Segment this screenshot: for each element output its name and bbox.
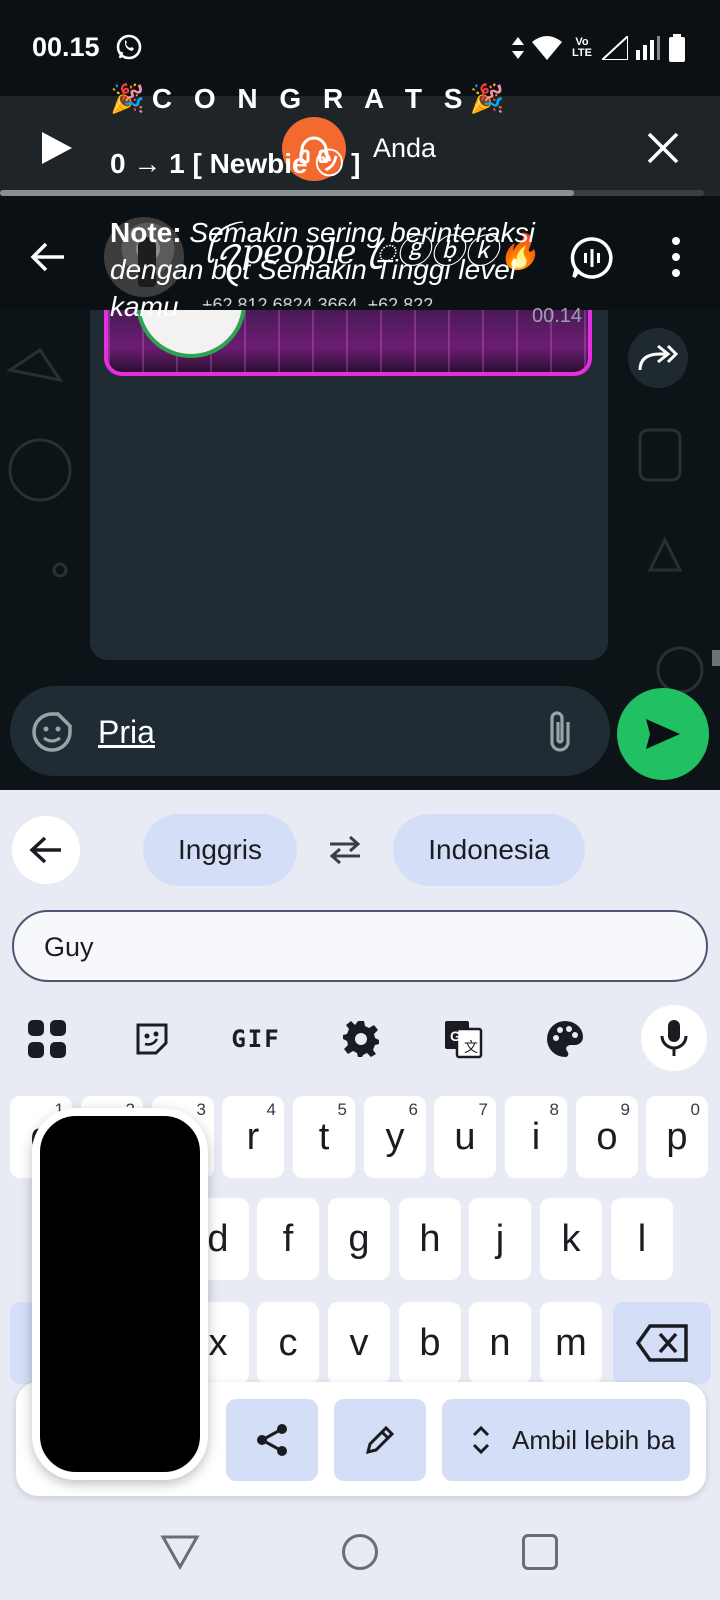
message-input[interactable]: Pria — [98, 714, 155, 751]
key-u[interactable]: u7 — [434, 1096, 496, 1178]
edit-button[interactable] — [334, 1399, 426, 1481]
key-hint: 7 — [478, 1100, 488, 1119]
key-label: r — [246, 1115, 260, 1158]
share-icon — [257, 1424, 287, 1456]
backspace-icon — [636, 1324, 688, 1362]
wifi-icon — [532, 36, 562, 60]
key-b[interactable]: b — [399, 1302, 461, 1384]
more-options-icon[interactable] — [664, 236, 688, 278]
status-indicators: Vo LTE — [512, 34, 686, 62]
note-paragraph: Note: Semakin sering berinteraksi dengan… — [110, 214, 590, 325]
signal-empty-icon — [602, 36, 628, 60]
translate-icon[interactable]: G文 — [436, 1012, 490, 1066]
more-results-label: Ambil lebih ba — [512, 1424, 676, 1455]
svg-text:G: G — [450, 1028, 461, 1044]
key-hint: 8 — [549, 1100, 559, 1119]
key-hint: 0 — [690, 1100, 700, 1119]
data-arrows-icon — [512, 37, 524, 59]
message-time: 00.14 — [532, 305, 583, 327]
attach-icon[interactable] — [542, 710, 578, 754]
volte-badge: Vo LTE — [572, 36, 592, 59]
key-hint: 9 — [620, 1100, 630, 1119]
key-hint: 4 — [266, 1100, 276, 1119]
audio-sender-label: Anda — [373, 133, 437, 163]
key-o[interactable]: o9 — [576, 1096, 638, 1178]
pencil-icon — [365, 1425, 395, 1455]
key-g[interactable]: g — [328, 1198, 390, 1280]
battery-icon — [669, 34, 685, 62]
key-label: t — [318, 1115, 330, 1158]
back-arrow-icon[interactable] — [28, 237, 68, 277]
settings-gear-icon[interactable] — [334, 1012, 388, 1066]
key-j[interactable]: j — [469, 1198, 531, 1280]
level-change-text: 0 → 1 [ Newbie ㋡ ] — [110, 148, 361, 179]
whatsapp-icon — [116, 34, 142, 60]
signal-bars-icon — [636, 36, 660, 60]
congrats-line: 🎉C O N G R A T S🎉 — [110, 82, 511, 115]
sticker-icon[interactable] — [32, 712, 72, 752]
key-t[interactable]: t5 — [293, 1096, 355, 1178]
key-label: o — [596, 1115, 618, 1158]
nav-home-icon[interactable] — [342, 1534, 378, 1570]
key-p[interactable]: p0 — [646, 1096, 708, 1178]
key-label: p — [666, 1115, 688, 1158]
key-hint: 5 — [337, 1100, 347, 1119]
close-icon[interactable] — [646, 131, 680, 165]
play-icon[interactable] — [38, 130, 74, 166]
key-y[interactable]: y6 — [364, 1096, 426, 1178]
expand-collapse-icon — [472, 1425, 490, 1455]
key-label: y — [385, 1115, 405, 1158]
key-n[interactable]: n — [469, 1302, 531, 1384]
key-h[interactable]: h — [399, 1198, 461, 1280]
key-label: u — [454, 1115, 476, 1158]
send-button[interactable] — [617, 688, 709, 780]
svg-text:文: 文 — [464, 1040, 478, 1056]
back-arrow-icon — [29, 836, 61, 864]
congrats-text: C O N G R A T S — [151, 83, 470, 114]
nav-back-icon[interactable] — [160, 1534, 200, 1570]
floating-overlay[interactable] — [32, 1108, 208, 1480]
translate-input[interactable]: Guy — [44, 932, 94, 963]
key-k[interactable]: k — [540, 1198, 602, 1280]
key-hint: 3 — [196, 1100, 206, 1119]
gif-label: GIF — [231, 1025, 281, 1053]
key-c[interactable]: c — [257, 1302, 319, 1384]
note-label: Note: — [110, 217, 182, 248]
share-button[interactable] — [226, 1399, 318, 1481]
key-r[interactable]: r4 — [222, 1096, 284, 1178]
backspace-key[interactable] — [613, 1302, 711, 1384]
key-f[interactable]: f — [257, 1198, 319, 1280]
send-icon — [646, 719, 680, 749]
swap-languages-icon[interactable] — [326, 834, 364, 866]
scrollbar-thumb[interactable] — [712, 650, 720, 666]
translate-input-field[interactable] — [12, 910, 708, 982]
forward-icon — [638, 344, 678, 371]
target-language-chip[interactable]: Indonesia — [393, 814, 585, 886]
key-m[interactable]: m — [540, 1302, 602, 1384]
source-language-chip[interactable]: Inggris — [143, 814, 297, 886]
party-emoji: 🎉 — [110, 83, 152, 114]
more-results-button[interactable]: Ambil lebih ba — [442, 1399, 690, 1481]
microphone-icon — [660, 1020, 688, 1056]
gif-button[interactable]: GIF — [229, 1012, 283, 1066]
party-emoji: 🎉 — [469, 83, 512, 114]
status-time: 00.15 — [32, 32, 100, 62]
key-l[interactable]: l — [611, 1198, 673, 1280]
key-label: i — [531, 1115, 541, 1158]
key-hint: 6 — [408, 1100, 418, 1119]
apps-grid-icon[interactable] — [20, 1012, 74, 1066]
theme-palette-icon[interactable] — [538, 1012, 592, 1066]
voice-input-button[interactable] — [641, 1005, 707, 1071]
nav-recents-icon[interactable] — [522, 1534, 558, 1570]
sticker-icon[interactable] — [125, 1012, 179, 1066]
forward-button[interactable] — [628, 328, 688, 388]
key-v[interactable]: v — [328, 1302, 390, 1384]
key-i[interactable]: i8 — [505, 1096, 567, 1178]
translate-back-button[interactable] — [12, 816, 80, 884]
